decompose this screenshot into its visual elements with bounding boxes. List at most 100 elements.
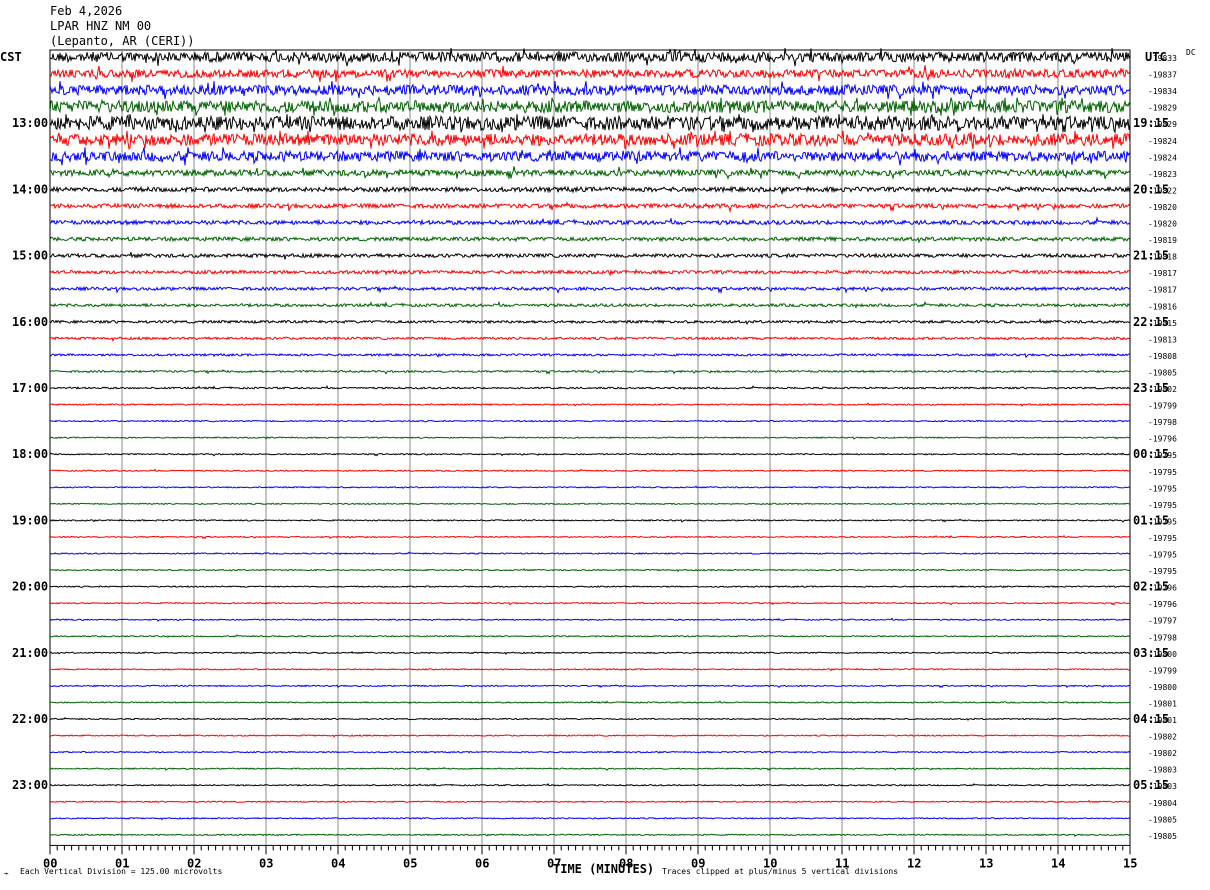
trace-line [49,185,1131,196]
trace-line [49,335,1131,343]
trace-line [49,419,1131,423]
dc-offset-label: -19798 [1148,418,1177,427]
dc-offset-label: -19805 [1148,832,1177,841]
trace-line [49,47,1131,67]
trace-line [49,216,1131,227]
utc-time-label: 22:15 [1133,315,1169,329]
trace-line [49,585,1131,589]
x-tick-label: 12 [907,856,921,870]
dc-offset-label: -19795 [1148,567,1177,576]
trace-line [49,601,1131,606]
dc-offset-label: -19829 [1148,104,1177,113]
trace-line [49,468,1131,473]
utc-time-label: 00:15 [1133,447,1169,461]
trace-line [49,684,1131,689]
trace-line [49,252,1131,260]
dc-offset-label: -19813 [1148,335,1177,344]
dc-offset-label: -19795 [1148,484,1177,493]
cst-time-label: 14:00 [12,182,48,196]
trace-line [49,733,1131,738]
utc-time-label: 03:15 [1133,646,1169,660]
x-tick-label: 06 [475,856,489,870]
trace-line [49,518,1131,523]
dc-offset-label: -19820 [1148,203,1177,212]
utc-time-label: 04:15 [1133,712,1169,726]
x-tick-label: 14 [1051,856,1065,870]
dc-offset-label: -19797 [1148,617,1177,626]
trace-line [49,65,1131,83]
dc-offset-label: -19824 [1148,153,1177,162]
trace-line [49,783,1131,787]
trace-line [49,352,1131,359]
trace-line [49,201,1131,214]
x-tick-label: 04 [331,856,345,870]
trace-line [49,551,1131,556]
dc-offset-label: -19795 [1148,468,1177,477]
trace-line [49,130,1131,150]
dc-offset-label: -19805 [1148,815,1177,824]
dc-offset-label: -19802 [1148,733,1177,742]
dc-offset-label: -19804 [1148,799,1177,808]
trace-line [49,833,1130,837]
utc-time-label: 23:15 [1133,381,1169,395]
location-label: (Lepanto, AR (CERI)) [50,34,195,48]
station-label: LPAR HNZ NM 00 [50,19,151,33]
clip-note: Traces clipped at plus/minus 5 vertical … [662,867,898,876]
date-label: Feb 4,2026 [50,4,122,18]
dc-offset-label: -19795 [1148,551,1177,560]
cst-time-label: 13:00 [12,116,48,130]
dc-offset-label: -19820 [1148,220,1177,229]
dc-offset-label: -19819 [1148,236,1177,245]
x-tick-label: 03 [259,856,273,870]
cst-time-label: 21:00 [12,646,48,660]
trace-line [49,300,1131,309]
trace-line [49,700,1131,705]
logo-mark: ⌁ [4,869,9,878]
dc-offset-label: -19817 [1148,269,1177,278]
dc-offset-label: -19808 [1148,352,1177,361]
utc-time-label: 01:15 [1133,513,1169,527]
trace-line [49,750,1131,754]
dc-offset-label: -19796 [1148,600,1177,609]
dc-offset-label: -19816 [1148,302,1177,311]
trace-line [49,485,1131,490]
dc-offset-label: -19799 [1148,402,1177,411]
trace-line [49,634,1131,638]
trace-line [49,799,1130,804]
trace-line [49,235,1131,244]
dc-offset-label: -19834 [1148,87,1177,96]
left-zone-label: CST [0,50,22,64]
trace-line [49,166,1131,180]
dc-offset-label: -19798 [1148,633,1177,642]
utc-time-label: 19:15 [1133,116,1169,130]
dc-offset-label: -19795 [1148,534,1177,543]
helicorder-chart: Feb 4,2026 LPAR HNZ NM 00 (Lepanto, AR (… [0,4,1196,878]
trace-line [49,534,1131,540]
dc-offset-label: -19805 [1148,368,1177,377]
dc-offset-label: -19803 [1148,766,1177,775]
cst-time-label: 17:00 [12,381,48,395]
dc-offset-label: -19800 [1148,683,1177,692]
trace-line [49,385,1131,391]
x-tick-label: 15 [1123,856,1137,870]
trace-line [49,617,1131,622]
dc-offset-label: -19802 [1148,749,1177,758]
dc-offset-label: -19833 [1148,54,1177,63]
cst-time-label: 22:00 [12,712,48,726]
trace-line [49,285,1131,295]
trace-line [49,667,1131,672]
utc-time-label: 05:15 [1133,778,1169,792]
cst-time-label: 19:00 [12,513,48,527]
scale-note: Each Vertical Division = 125.00 microvol… [20,867,222,876]
dc-offset-label: -19824 [1148,137,1177,146]
x-tick-label: 13 [979,856,993,870]
dc-offset-label: -19799 [1148,666,1177,675]
cst-time-label: 23:00 [12,778,48,792]
cst-time-label: 18:00 [12,447,48,461]
dc-label: DC [1186,48,1196,57]
traces [49,47,1131,837]
trace-line [49,816,1131,821]
trace-line [49,369,1131,375]
trace-line [49,452,1131,457]
trace-line [49,268,1131,277]
